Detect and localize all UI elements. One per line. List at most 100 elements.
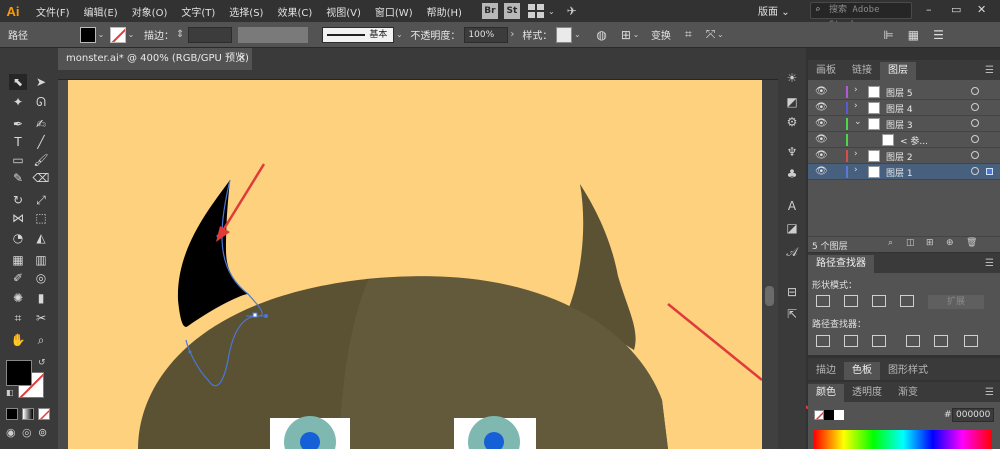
shape-builder-tool-icon[interactable]: ◔ [9, 230, 27, 246]
eyedropper-tool-icon[interactable]: ✐ [9, 270, 27, 286]
layer-row[interactable]: 👁 › 图层 5 [808, 84, 1000, 100]
slice-tool-icon[interactable]: ✂ [32, 310, 50, 326]
swap-fill-stroke-icon[interactable]: ↺ [38, 358, 46, 368]
paintbrush-tool-icon[interactable]: 🖌 [32, 152, 50, 168]
layer-name[interactable]: 图层 1 [886, 166, 913, 179]
delete-layer-icon[interactable]: 🗑 [966, 238, 977, 248]
menu-type[interactable]: 文字(T) [181, 4, 215, 19]
tab-artboards[interactable]: 画板 [808, 62, 844, 80]
layer-name[interactable]: < 参... [900, 134, 928, 147]
hand-tool-icon[interactable]: ✋ [9, 332, 27, 348]
appearance-icon[interactable]: ◩ [784, 94, 800, 110]
layer-name[interactable]: 图层 2 [886, 150, 913, 163]
chevron-down-icon[interactable]: ⌄ [96, 30, 106, 39]
target-circle-icon[interactable] [971, 167, 979, 175]
divide-icon[interactable] [816, 335, 830, 347]
new-layer-icon[interactable]: ⊕ [946, 238, 954, 248]
mesh-tool-icon[interactable]: ▦ [9, 252, 27, 268]
tab-links[interactable]: 链接 [844, 62, 880, 80]
draw-inside-icon[interactable]: ⊚ [38, 426, 47, 439]
artboard-tool-icon[interactable]: ⌗ [9, 310, 27, 326]
visibility-eye-icon[interactable]: 👁 [815, 102, 828, 113]
direct-selection-tool-icon[interactable]: ➤ [32, 74, 50, 90]
chevron-down-icon[interactable]: ⌄ [126, 30, 136, 39]
stock-button[interactable]: St [503, 3, 520, 19]
visibility-eye-icon[interactable]: 👁 [815, 150, 828, 161]
variable-width-profile[interactable] [238, 26, 309, 43]
target-circle-icon[interactable] [971, 135, 979, 143]
layer-name[interactable]: 图层 3 [886, 118, 913, 131]
lasso-tool-icon[interactable]: ᘏ [32, 94, 50, 110]
vertical-scrollbar[interactable] [762, 80, 778, 449]
line-tool-icon[interactable]: ╱ [32, 134, 50, 150]
menu-window[interactable]: 窗口(W) [375, 4, 413, 19]
expand-toggle-icon[interactable]: › [854, 85, 858, 95]
visibility-eye-icon[interactable]: 👁 [815, 118, 828, 129]
tab-transparency[interactable]: 透明度 [844, 384, 890, 402]
layer-row[interactable]: 👁 › 图层 4 [808, 100, 1000, 116]
panel-menu-icon[interactable]: ☰ [985, 387, 994, 398]
exclude-icon[interactable] [900, 295, 914, 307]
layer-name[interactable]: 图层 4 [886, 102, 913, 115]
type-tool-icon[interactable]: T [9, 134, 27, 150]
black-swatch[interactable] [824, 410, 834, 420]
expand-toggle-icon[interactable]: ⌄ [854, 117, 862, 127]
reference-point-icon[interactable]: ⤧ [706, 27, 716, 42]
crop-icon[interactable] [906, 335, 920, 347]
expand-toggle-icon[interactable]: › [854, 101, 858, 111]
minimize-button[interactable]: – [926, 3, 932, 16]
recolor-artwork-icon[interactable]: ◍ [596, 28, 606, 42]
menu-help[interactable]: 帮助(H) [427, 4, 462, 19]
menu-select[interactable]: 选择(S) [229, 4, 263, 19]
visibility-eye-icon[interactable]: 👁 [815, 166, 828, 177]
none-swatch[interactable] [814, 410, 824, 420]
transform-panel-icon[interactable]: ⊟ [784, 284, 800, 300]
tab-stroke[interactable]: 描边 [808, 362, 844, 380]
layer-name[interactable]: 图层 5 [886, 86, 913, 99]
minus-front-icon[interactable] [844, 295, 858, 307]
stroke-swatch[interactable] [110, 26, 126, 43]
chevron-right-icon[interactable]: › [510, 29, 514, 40]
chevron-down-icon[interactable]: ⌄ [548, 7, 555, 16]
eraser-tool-icon[interactable]: ⌫ [32, 170, 50, 186]
pen-tool-icon[interactable]: ✒ [9, 116, 27, 132]
brush-definition-field[interactable]: 基本 [322, 26, 395, 43]
brightness-icon[interactable]: ☀ [784, 70, 800, 86]
expand-toggle-icon[interactable]: › [854, 165, 858, 175]
color-spectrum[interactable] [814, 430, 992, 449]
close-tab-icon[interactable]: ✕ [238, 48, 246, 70]
locate-object-icon[interactable]: ⌕ [888, 238, 893, 248]
tab-pathfinder[interactable]: 路径查找器 [808, 255, 874, 273]
transform-button[interactable]: 变换 [651, 27, 671, 42]
draw-behind-icon[interactable]: ◎ [22, 426, 32, 439]
zoom-tool-icon[interactable]: ⌕ [32, 332, 50, 348]
free-transform-tool-icon[interactable]: ⬚ [32, 210, 50, 226]
rotate-tool-icon[interactable]: ↻ [9, 192, 27, 208]
artboard-canvas[interactable] [68, 80, 762, 449]
tab-swatches[interactable]: 色板 [844, 362, 880, 380]
align-options-icon[interactable]: ⊞ [621, 28, 631, 42]
visibility-eye-icon[interactable]: 👁 [815, 86, 828, 97]
arrange-documents-icon[interactable] [527, 4, 544, 18]
opacity-field[interactable]: 100% [464, 26, 509, 43]
layer-row[interactable]: 👁 < 参... [808, 132, 1000, 148]
scale-tool-icon[interactable]: ⤢ [32, 192, 50, 208]
gradient-mode-icon[interactable] [22, 408, 34, 420]
shaper-tool-icon[interactable]: ✎ [9, 170, 27, 186]
export-icon[interactable]: ⇱ [784, 306, 800, 322]
intersect-icon[interactable] [872, 295, 886, 307]
symbol-sprayer-tool-icon[interactable]: ✺ [9, 290, 27, 306]
menu-file[interactable]: 文件(F) [36, 4, 70, 19]
tab-gradient[interactable]: 渐变 [890, 384, 926, 402]
menu-object[interactable]: 对象(O) [132, 4, 168, 19]
unite-icon[interactable] [816, 295, 830, 307]
chevron-down-icon[interactable]: ⌄ [394, 30, 404, 39]
new-sublayer-icon[interactable]: ⊞ [926, 238, 934, 248]
white-swatch[interactable] [834, 410, 844, 420]
rectangle-tool-icon[interactable]: ▭ [9, 152, 27, 168]
color-mode-icon[interactable] [6, 408, 18, 420]
graphic-style-swatch[interactable] [556, 26, 573, 43]
layer-row[interactable]: 👁 › 图层 2 [808, 148, 1000, 164]
panel-menu-icon[interactable]: ☰ [985, 65, 994, 76]
fill-color-box[interactable] [6, 360, 32, 386]
